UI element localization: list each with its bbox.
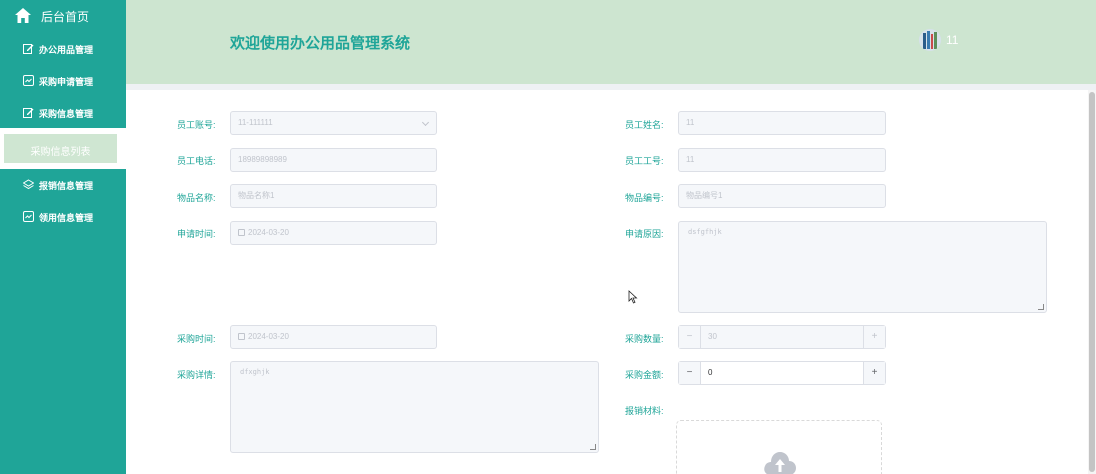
sidebar-item-label: 采购申请管理 [39,77,94,87]
employee-account-value: 11-111111 [238,118,273,127]
sidebar-item-purchase-info-list[interactable]: 采购信息列表 [4,134,117,163]
item-code-label: 物品编号: [625,193,664,203]
apply-reason-label: 申请原因: [625,229,664,239]
employee-number-field[interactable]: 11 [678,148,886,172]
sidebar-home-label: 后台首页 [41,10,90,24]
reimburse-material-upload[interactable] [676,420,882,474]
increment-button[interactable]: + [863,362,885,384]
avatar[interactable] [919,29,941,51]
main-content: 员工账号: 11-111111 员工姓名: 11 员工电话: 189898989… [126,84,1096,474]
calendar-icon [238,333,245,340]
item-code-value: 物品编号1 [686,191,723,200]
chart-icon [23,211,34,222]
employee-number-label: 员工工号: [625,156,664,166]
avatar-image-icon [919,29,941,51]
purchase-amount-value: 0 [708,368,713,377]
apply-time-label: 申请时间: [177,229,216,239]
sidebar-item-purchase-info[interactable]: 采购信息管理 [0,99,126,127]
purchase-details-textarea[interactable]: dfxghjk [230,361,599,453]
sidebar-item-home[interactable]: 后台首页 [0,0,126,32]
purchase-quantity-stepper[interactable]: − 30 + [678,325,886,349]
sidebar-item-label: 报销信息管理 [39,181,94,191]
layers-icon [23,179,34,190]
increment-button[interactable]: + [863,326,885,348]
submenu-item-label: 采购信息列表 [30,147,91,158]
home-icon [15,8,31,23]
decrement-button[interactable]: − [679,362,701,384]
sidebar-item-label: 领用信息管理 [39,213,94,223]
item-name-field[interactable]: 物品名称1 [230,184,437,208]
employee-phone-label: 员工电话: [177,156,216,166]
chevron-down-icon [421,118,430,127]
decrement-button[interactable]: − [679,326,701,348]
sidebar-item-purchase-request[interactable]: 采购申请管理 [0,67,126,95]
resize-handle-icon[interactable] [590,444,596,450]
sidebar-item-reimbursement[interactable]: 报销信息管理 [0,171,126,199]
item-name-label: 物品名称: [177,193,216,203]
purchase-time-value: 2024-03-20 [248,332,289,341]
purchase-details-value: dfxghjk [240,368,270,376]
calendar-icon [238,229,245,236]
page-title: 欢迎使用办公用品管理系统 [230,35,411,52]
username[interactable]: 11 [946,33,958,47]
watermark: CSDN @高级程序源 [912,450,1077,470]
sidebar-submenu: 采购信息列表 [0,128,126,169]
apply-reason-value: dsfgfhjk [688,228,722,236]
purchase-time-label: 采购时间: [177,334,216,344]
header: 欢迎使用办公用品管理系统 11 [126,0,1096,84]
employee-name-label: 员工姓名: [625,120,664,130]
employee-name-value: 11 [686,118,695,127]
sidebar-item-office-supplies[interactable]: 办公用品管理 [0,35,126,63]
purchase-quantity-label: 采购数量: [625,334,664,344]
sidebar-item-requisition[interactable]: 领用信息管理 [0,203,126,231]
apply-time-value: 2024-03-20 [248,228,289,237]
sidebar-item-label: 办公用品管理 [39,45,94,55]
chart-icon [23,75,34,86]
employee-name-field[interactable]: 11 [678,111,886,135]
apply-reason-textarea[interactable]: dsfgfhjk [678,221,1047,313]
apply-time-picker[interactable]: 2024-03-20 [230,221,437,245]
edit-icon [23,108,34,118]
purchase-quantity-value: 30 [708,332,717,341]
scrollbar-thumb[interactable] [1089,92,1095,472]
purchase-amount-label: 采购金额: [625,370,664,380]
employee-account-select[interactable]: 11-111111 [230,111,437,135]
item-code-field[interactable]: 物品编号1 [678,184,886,208]
mouse-cursor-icon [628,290,638,304]
edit-icon [23,44,34,54]
employee-phone-value: 18989898989 [238,155,287,164]
sidebar: 后台首页 办公用品管理 采购申请管理 采购信息管理 采购信息列表 报销信息管理 … [0,0,126,474]
employee-phone-field[interactable]: 18989898989 [230,148,437,172]
resize-handle-icon[interactable] [1038,304,1044,310]
upload-cloud-icon [764,452,796,474]
purchase-details-label: 采购详情: [177,370,216,380]
purchase-time-picker[interactable]: 2024-03-20 [230,325,437,349]
content-top-gap [126,84,1096,90]
sidebar-item-label: 采购信息管理 [39,109,94,119]
item-name-value: 物品名称1 [238,191,275,200]
employee-account-label: 员工账号: [177,120,216,130]
purchase-amount-stepper[interactable]: − 0 + [678,361,886,385]
reimburse-material-label: 报销材料: [625,406,664,416]
employee-number-value: 11 [686,155,695,164]
page-scrollbar[interactable] [1088,90,1096,474]
